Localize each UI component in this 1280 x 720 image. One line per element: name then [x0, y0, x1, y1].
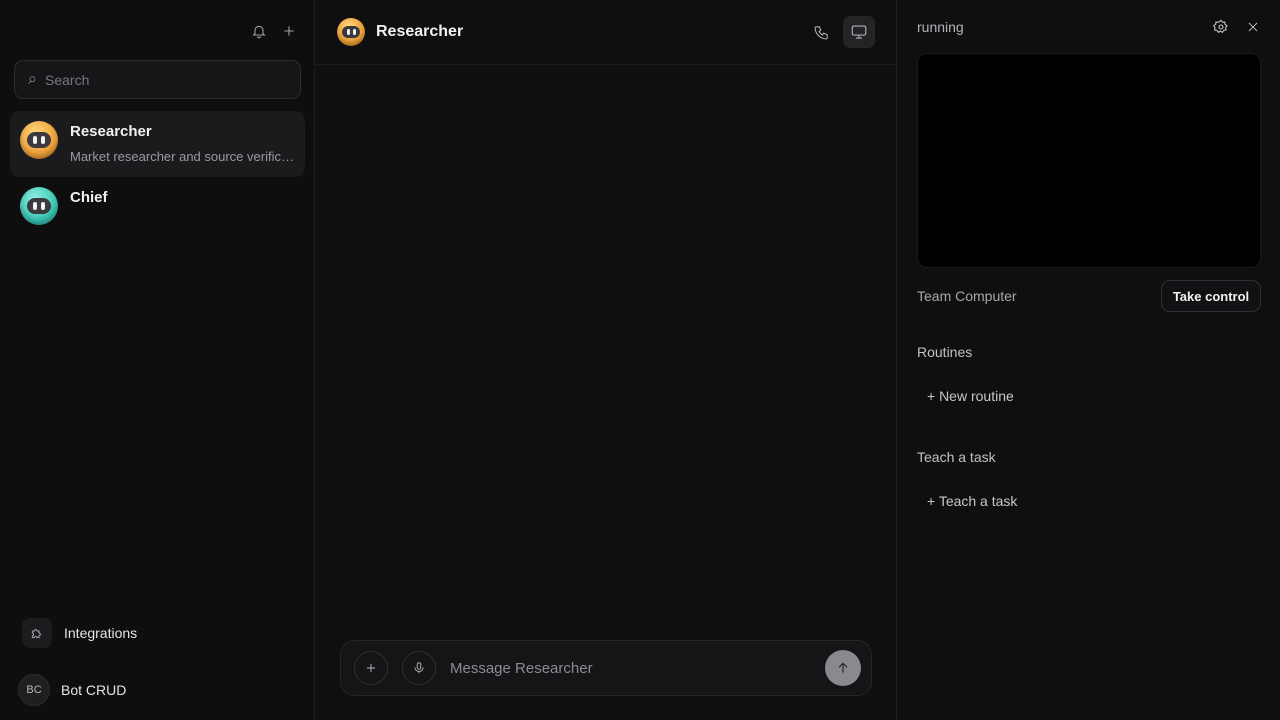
- integrations-link[interactable]: Integrations: [22, 618, 137, 648]
- computer-label: Team Computer: [917, 288, 1017, 304]
- user-name: Bot CRUD: [61, 682, 127, 698]
- phone-icon: [814, 25, 828, 39]
- close-icon[interactable]: [1244, 18, 1262, 36]
- plus-icon: [366, 663, 376, 673]
- microphone-icon: [414, 662, 424, 674]
- monitor-icon: [851, 25, 867, 39]
- attach-button[interactable]: [354, 651, 388, 685]
- agent-name: Chief: [70, 189, 108, 206]
- teach-title: Teach a task: [917, 449, 996, 465]
- chat-header: Researcher: [315, 0, 897, 65]
- search-icon: [28, 75, 36, 84]
- status-label: running: [917, 19, 964, 35]
- researcher-avatar: [20, 121, 58, 159]
- settings-icon[interactable]: [1212, 18, 1230, 36]
- user-profile[interactable]: BC Bot CRUD: [18, 674, 126, 706]
- chat-area: Researcher: [315, 0, 897, 720]
- sidebar: Researcher Market researcher and source …: [0, 0, 315, 720]
- plus-icon[interactable]: [280, 22, 298, 40]
- message-composer: [340, 640, 872, 696]
- arrow-up-icon: [838, 662, 848, 673]
- send-button[interactable]: [825, 650, 861, 686]
- call-button[interactable]: [805, 16, 837, 48]
- sidebar-top-actions: [250, 22, 298, 40]
- search-input[interactable]: [45, 71, 300, 88]
- agent-item-researcher[interactable]: Researcher Market researcher and source …: [10, 111, 305, 177]
- chat-title: Researcher: [376, 23, 464, 40]
- agent-item-chief[interactable]: Chief: [10, 177, 305, 237]
- app-window: Researcher Market researcher and source …: [0, 0, 1280, 720]
- researcher-avatar: [337, 18, 365, 46]
- computer-toggle-button[interactable]: [843, 16, 875, 48]
- routines-title: Routines: [917, 344, 973, 360]
- search-box: [14, 60, 301, 99]
- new-routine-button[interactable]: + New routine: [927, 388, 1014, 404]
- agent-description: Market researcher and source verificatio…: [70, 149, 295, 164]
- puzzle-icon: [22, 618, 52, 648]
- computer-screen-preview[interactable]: [917, 53, 1261, 268]
- teach-task-button[interactable]: + Teach a task: [927, 493, 1017, 509]
- agent-name: Researcher: [70, 123, 152, 140]
- chief-avatar: [20, 187, 58, 225]
- take-control-button[interactable]: Take control: [1161, 280, 1261, 312]
- computer-panel: running Team Computer Take control Routi…: [897, 0, 1280, 720]
- message-input[interactable]: [450, 659, 825, 677]
- integrations-label: Integrations: [64, 625, 138, 641]
- user-avatar: BC: [18, 674, 50, 706]
- bell-icon[interactable]: [250, 22, 268, 40]
- voice-button[interactable]: [402, 651, 436, 685]
